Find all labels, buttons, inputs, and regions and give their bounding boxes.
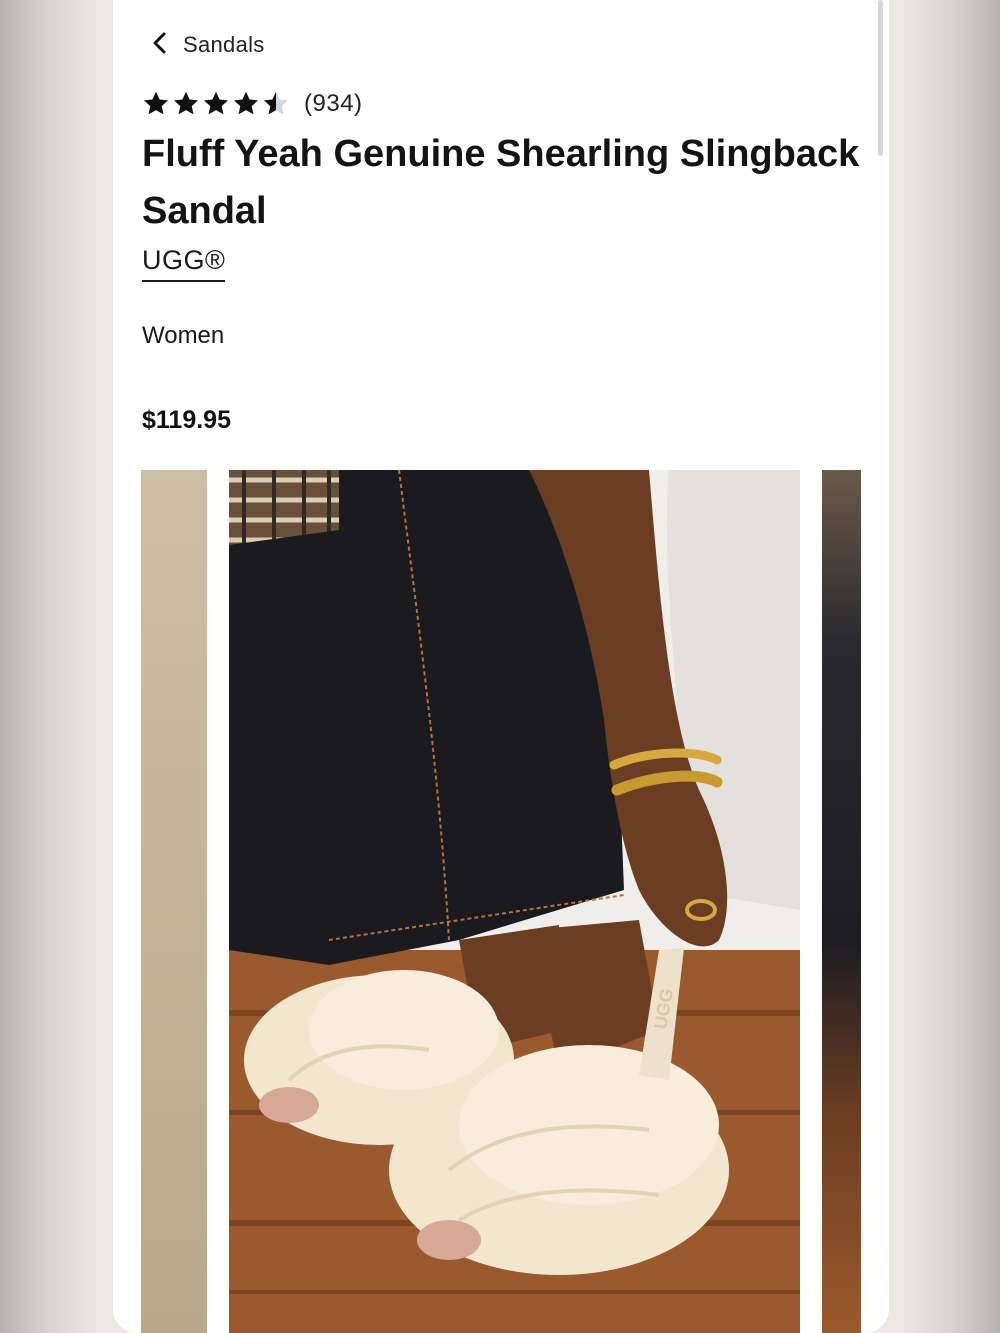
star-full-icon	[233, 91, 259, 115]
back-label: Sandals	[183, 32, 265, 57]
star-half-icon	[263, 91, 289, 115]
product-detail-screen: Sandals (934) Fluff Yeah Genuine Shearli…	[113, 0, 889, 1333]
brand-link[interactable]: UGG®	[142, 245, 226, 282]
back-link[interactable]: Sandals	[151, 28, 265, 62]
product-image-carousel[interactable]: UGG	[141, 470, 861, 1333]
chevron-left-icon	[151, 32, 169, 59]
star-full-icon	[173, 91, 199, 115]
rating-summary[interactable]: (934)	[142, 86, 363, 122]
star-full-icon	[143, 91, 169, 115]
product-photo-main[interactable]: UGG	[229, 470, 800, 1333]
review-count[interactable]: (934)	[304, 90, 363, 118]
product-title: Fluff Yeah Genuine Shearling Slingback S…	[142, 133, 860, 232]
star-rating	[142, 90, 290, 118]
product-photo-previous[interactable]	[141, 470, 207, 1333]
product-price: $119.95	[142, 406, 231, 434]
gender-label: Women	[142, 322, 225, 349]
product-photo-next[interactable]	[822, 470, 861, 1333]
star-full-icon	[203, 91, 229, 115]
scrollbar[interactable]	[878, 0, 883, 156]
